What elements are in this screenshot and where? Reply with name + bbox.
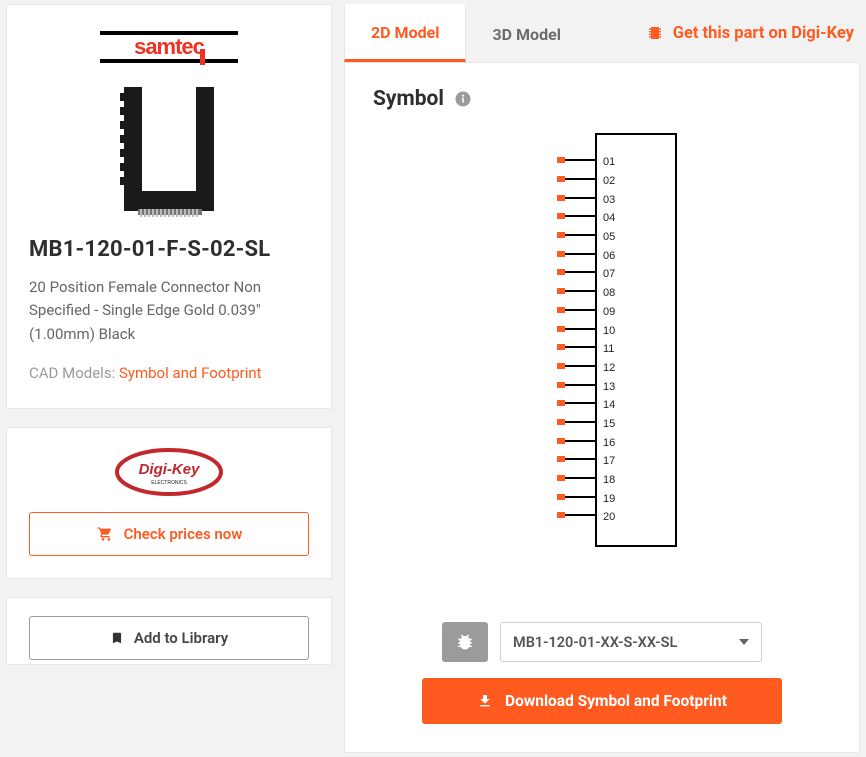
brand-logo: samtec xyxy=(29,27,309,67)
pin-label: 10 xyxy=(603,321,675,340)
pin-column xyxy=(557,133,595,547)
digikey-logo: Digi-Key ELECTRONICS xyxy=(29,446,309,498)
pin-label: 04 xyxy=(603,209,675,228)
digikey-logo-icon: Digi-Key ELECTRONICS xyxy=(114,446,224,498)
select-row: MB1-120-01-XX-S-XX-SL xyxy=(442,622,762,662)
add-to-library-label: Add to Library xyxy=(134,629,228,647)
pin xyxy=(557,431,595,450)
variant-select[interactable]: MB1-120-01-XX-S-XX-SL xyxy=(500,622,762,662)
tab-3d-label: 3D Model xyxy=(492,25,560,44)
pin xyxy=(557,188,595,207)
pin-label: 11 xyxy=(603,340,675,359)
cad-models-link[interactable]: Symbol and Footprint xyxy=(119,364,262,382)
pin-label: 06 xyxy=(603,246,675,265)
cad-models-line: CAD Models: Symbol and Footprint xyxy=(29,364,309,382)
digikey-link-label: Get this part on Digi-Key xyxy=(673,24,854,43)
pin xyxy=(557,301,595,320)
bookmark-icon xyxy=(110,630,124,646)
tab-3d-model[interactable]: 3D Model xyxy=(466,4,586,62)
report-bug-button[interactable] xyxy=(442,622,488,662)
connector-image-icon xyxy=(94,73,244,223)
pin xyxy=(557,487,595,506)
pin xyxy=(557,244,595,263)
pin-label: 08 xyxy=(603,284,675,303)
pin xyxy=(557,413,595,432)
pin-label: 07 xyxy=(603,265,675,284)
download-button[interactable]: Download Symbol and Footprint xyxy=(422,678,782,724)
download-icon xyxy=(477,693,493,709)
right-column: 2D Model 3D Model Get this part on Digi-… xyxy=(344,4,860,753)
pin-label: 12 xyxy=(603,359,675,378)
pin xyxy=(557,319,595,338)
cart-icon xyxy=(96,526,114,542)
pin xyxy=(557,170,595,189)
left-column: samtec xyxy=(6,4,332,753)
pin xyxy=(557,151,595,170)
pin-label: 05 xyxy=(603,228,675,247)
tab-bar: 2D Model 3D Model Get this part on Digi-… xyxy=(344,4,860,62)
pin-label: 16 xyxy=(603,433,675,452)
add-to-library-button[interactable]: Add to Library xyxy=(29,616,309,660)
chevron-down-icon xyxy=(739,639,749,645)
pin xyxy=(557,506,595,525)
product-image xyxy=(29,73,309,223)
viewer-title-row: Symbol xyxy=(373,87,831,111)
svg-text:samtec: samtec xyxy=(134,34,205,59)
pin-label: 02 xyxy=(603,172,675,191)
pin-label: 19 xyxy=(603,489,675,508)
pin-label: 13 xyxy=(603,377,675,396)
variant-select-value: MB1-120-01-XX-S-XX-SL xyxy=(513,634,677,651)
pin xyxy=(557,450,595,469)
download-label: Download Symbol and Footprint xyxy=(505,692,727,710)
pin xyxy=(557,263,595,282)
viewer-controls: MB1-120-01-XX-S-XX-SL Download Symbol an… xyxy=(373,622,831,724)
pin-label: 09 xyxy=(603,303,675,322)
pin-label: 15 xyxy=(603,415,675,434)
pin-label: 14 xyxy=(603,396,675,415)
check-prices-label: Check prices now xyxy=(124,525,243,543)
pin xyxy=(557,338,595,357)
pin xyxy=(557,375,595,394)
part-name: MB1-120-01-F-S-02-SL xyxy=(29,237,309,262)
page-layout: samtec xyxy=(0,0,866,757)
viewer-title: Symbol xyxy=(373,87,444,111)
symbol-wrap: 0102030405060708091011121314151617181920 xyxy=(557,133,677,547)
pin-label: 18 xyxy=(603,471,675,490)
viewer-panel: Symbol 010203040506070809101112131415161… xyxy=(344,62,860,753)
tab-2d-label: 2D Model xyxy=(371,23,439,42)
check-prices-button[interactable]: Check prices now xyxy=(29,512,309,556)
chip-icon xyxy=(647,23,663,43)
pin xyxy=(557,226,595,245)
bug-icon xyxy=(455,632,475,652)
pin xyxy=(557,469,595,488)
samtec-logo-icon: samtec xyxy=(100,27,238,67)
tab-spacer xyxy=(587,4,647,62)
pin xyxy=(557,282,595,301)
pin-label: 03 xyxy=(603,190,675,209)
pin-label: 20 xyxy=(603,508,675,527)
symbol-body: 0102030405060708091011121314151617181920 xyxy=(595,133,677,547)
product-card: samtec xyxy=(6,4,332,409)
pin xyxy=(557,357,595,376)
pin xyxy=(557,207,595,226)
pin-label: 17 xyxy=(603,452,675,471)
svg-text:ELECTRONICS: ELECTRONICS xyxy=(151,480,187,486)
digikey-external-link[interactable]: Get this part on Digi-Key xyxy=(647,4,860,62)
symbol-diagram: 0102030405060708091011121314151617181920 xyxy=(373,129,831,614)
tab-2d-model[interactable]: 2D Model xyxy=(344,4,466,62)
cad-models-label: CAD Models: xyxy=(29,364,115,382)
pin-label: 01 xyxy=(603,153,675,172)
svg-text:Digi-Key: Digi-Key xyxy=(139,461,201,478)
pin xyxy=(557,394,595,413)
pricing-card: Digi-Key ELECTRONICS Check prices now xyxy=(6,427,332,579)
library-card: Add to Library xyxy=(6,597,332,665)
info-icon[interactable] xyxy=(454,90,472,108)
part-description: 20 Position Female Connector Non Specifi… xyxy=(29,276,309,346)
